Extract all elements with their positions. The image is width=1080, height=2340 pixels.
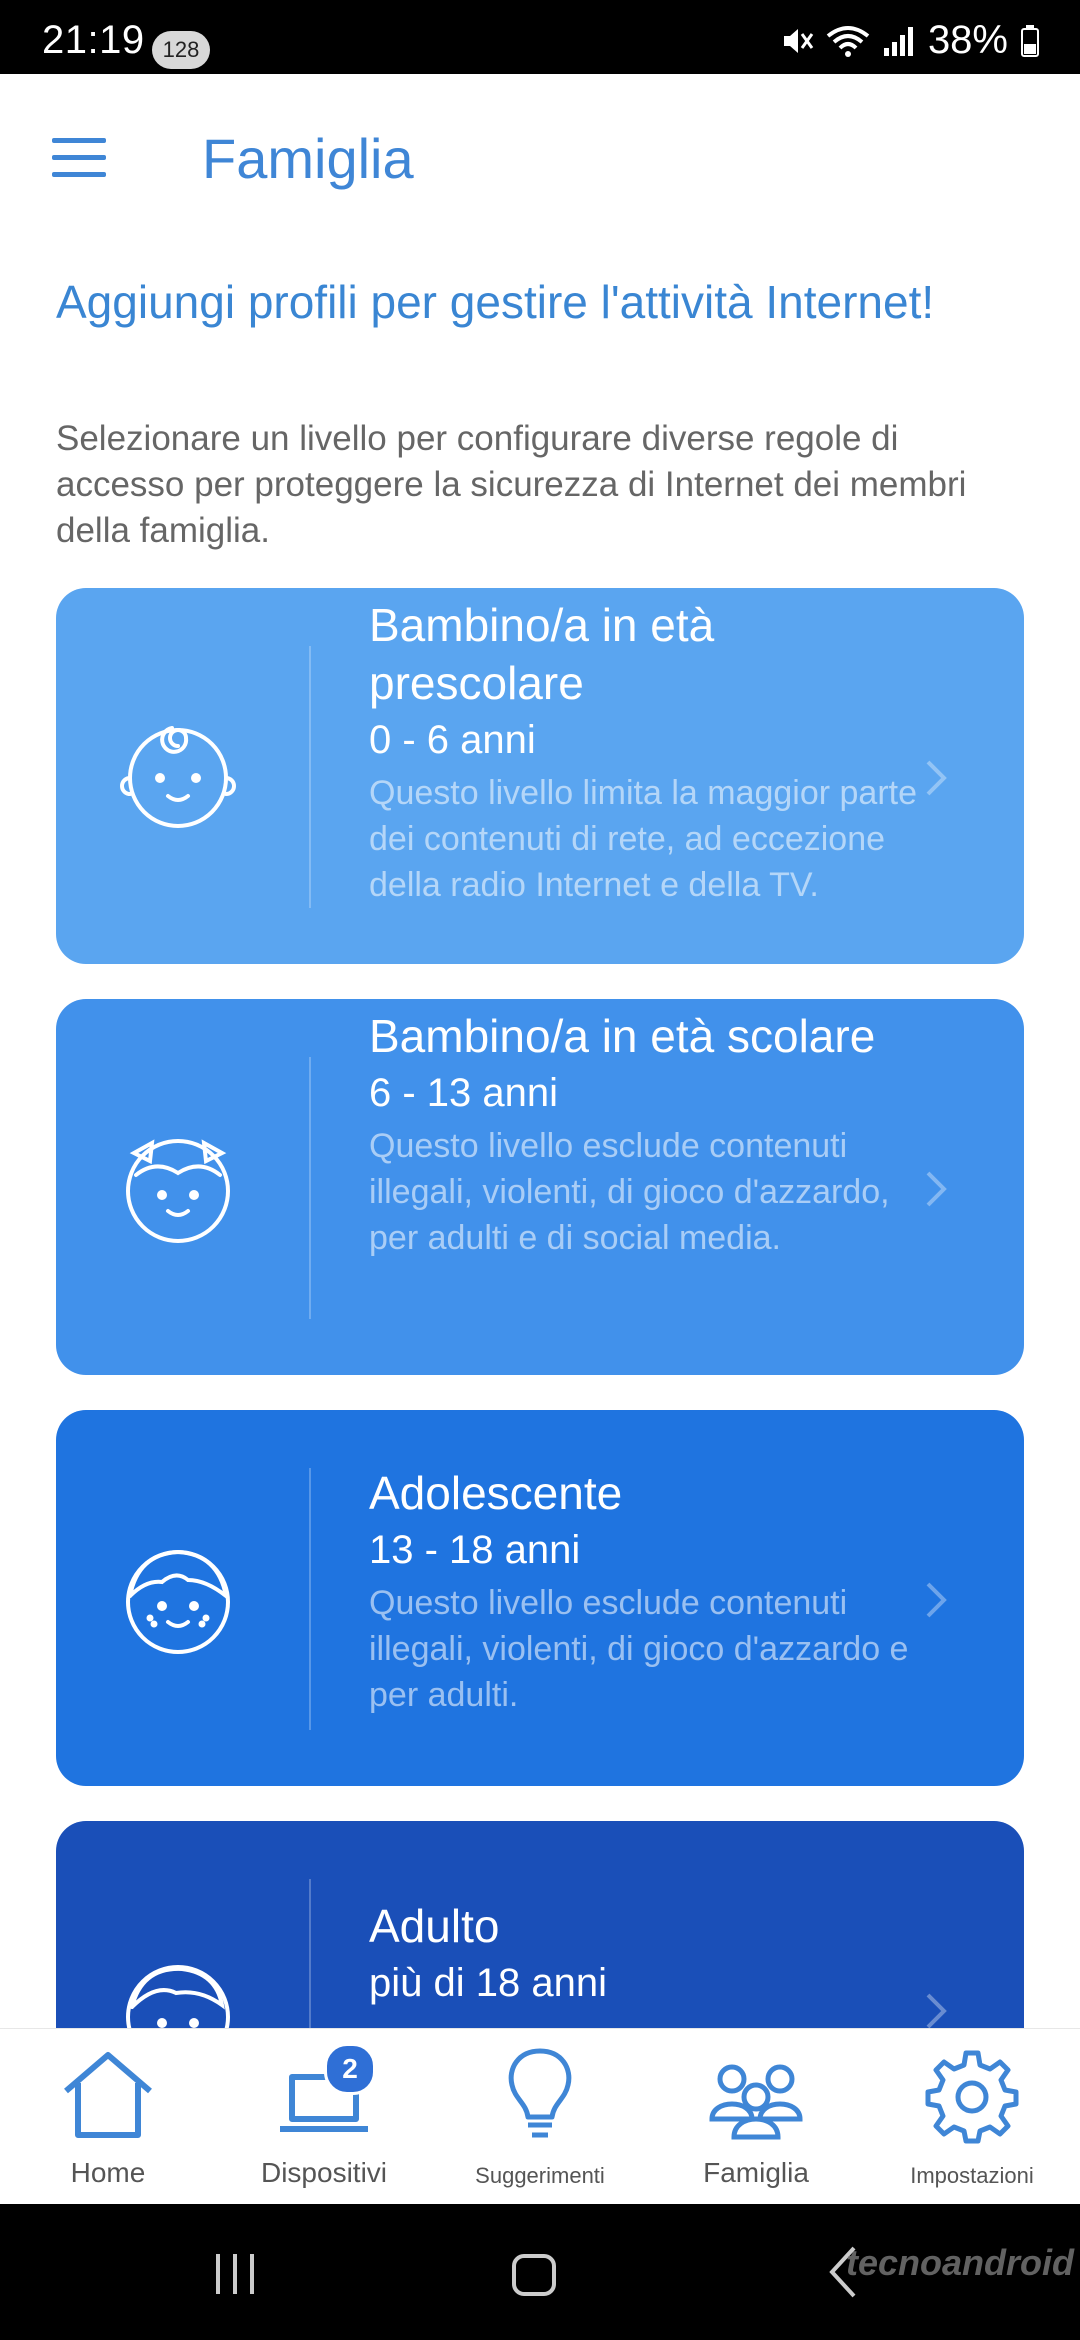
child-face-icon — [126, 1139, 230, 1243]
home-circle-icon[interactable] — [510, 2252, 560, 2298]
profile-card-teen[interactable]: Adolescente 13 - 18 anni Questo livello … — [56, 1410, 1024, 1786]
nav-family[interactable]: Famiglia — [648, 2029, 864, 2205]
chevron-right-icon — [926, 1171, 947, 1207]
chevron-right-icon — [926, 1582, 947, 1618]
nav-home[interactable]: Home — [0, 2029, 216, 2205]
profile-age: più di 18 anni — [369, 1961, 607, 2005]
battery-icon — [1021, 24, 1039, 57]
nav-tips[interactable]: Suggerimenti — [432, 2029, 648, 2205]
status-time: 21:19 — [42, 18, 145, 62]
nav-label: Home — [70, 2157, 146, 2188]
teen-face-icon — [126, 1549, 230, 1654]
nav-label: Impostazioni — [910, 2163, 1034, 2188]
battery-percentage: 38% — [927, 18, 1008, 62]
profile-age: 6 - 13 anni — [369, 1071, 559, 1115]
notification-count-badge: 128 — [152, 31, 210, 69]
profile-name: Bambino/a in età scolare — [369, 1010, 876, 1062]
card-divider — [309, 1468, 311, 1730]
nav-settings[interactable]: Impostazioni — [864, 2029, 1080, 2205]
intro-title: Aggiungi profili per gestire l'attività … — [56, 276, 935, 328]
devices-count-badge: 2 — [324, 2043, 376, 2095]
wifi-icon — [826, 25, 870, 57]
profile-age: 13 - 18 anni — [369, 1528, 581, 1572]
gear-icon — [925, 2050, 1019, 2144]
lightbulb-icon — [508, 2048, 572, 2138]
system-navigation-bar: tecnoandroid — [0, 2204, 1080, 2340]
profile-age: 0 - 6 anni — [369, 718, 536, 762]
profile-card-school[interactable]: Bambino/a in età scolare 6 - 13 anni Que… — [56, 999, 1024, 1375]
baby-face-icon — [120, 726, 236, 828]
mute-icon — [783, 28, 814, 53]
profile-name: Adulto — [369, 1900, 500, 1952]
recents-icon[interactable] — [210, 2252, 260, 2296]
profile-description: Questo livello esclude contenuti illegal… — [369, 1584, 909, 1714]
signal-icon — [883, 26, 913, 56]
card-divider — [309, 646, 311, 908]
profile-description: Questo livello esclude contenuti illegal… — [369, 1127, 890, 1257]
nav-devices[interactable]: 2 Dispositivi — [216, 2029, 432, 2205]
profile-name: Adolescente — [369, 1467, 623, 1519]
watermark: tecnoandroid — [845, 2242, 1074, 2283]
nav-label: Dispositivi — [260, 2157, 388, 2188]
nav-label: Famiglia — [703, 2157, 809, 2188]
chevron-right-icon — [926, 1993, 947, 2029]
home-icon — [64, 2052, 152, 2138]
app-header: Famiglia — [0, 74, 1080, 244]
status-icons: 38% — [780, 18, 1040, 63]
profile-name: Bambino/a in età prescolare — [369, 599, 715, 709]
nav-label: Suggerimenti — [475, 2163, 605, 2188]
card-divider — [309, 1057, 311, 1319]
family-icon — [709, 2064, 803, 2140]
menu-icon[interactable] — [52, 138, 106, 178]
bottom-navigation: Home 2 Dispositivi Suggerimenti Famiglia… — [0, 2028, 1080, 2205]
profile-description: Questo livello limita la maggior parte d… — [369, 774, 918, 904]
status-bar: 21:19 128 38% — [0, 0, 1080, 74]
page-title: Famiglia — [202, 127, 414, 190]
profile-card-preschool[interactable]: Bambino/a in età prescolare 0 - 6 anni Q… — [56, 588, 1024, 964]
intro-description: Selezionare un livello per configurare d… — [56, 419, 967, 550]
chevron-right-icon — [926, 760, 947, 796]
